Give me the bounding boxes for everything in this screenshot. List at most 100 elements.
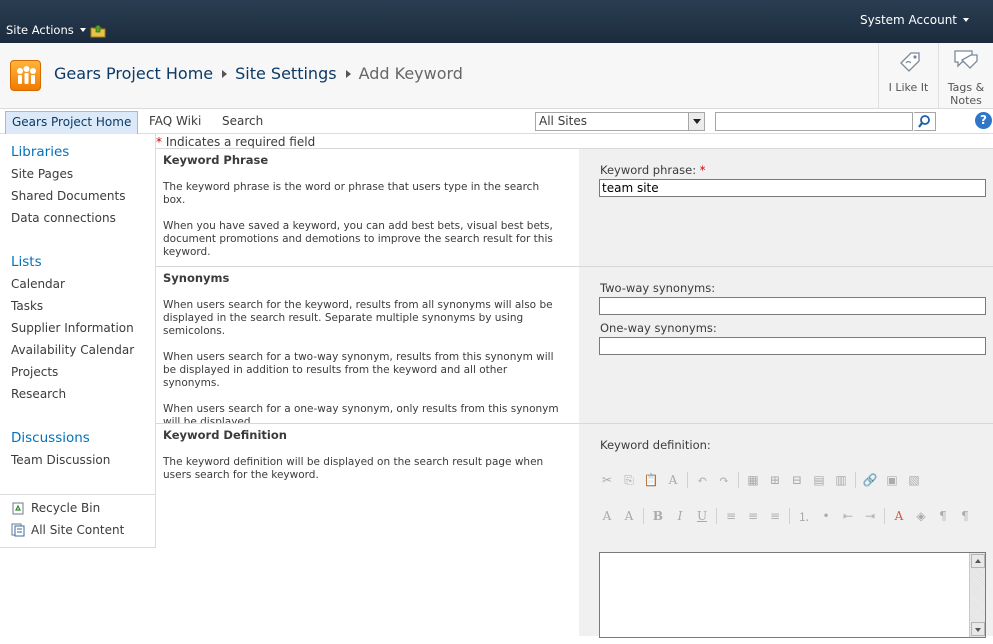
italic-icon[interactable]: I — [672, 508, 688, 524]
scrollbar[interactable] — [969, 553, 985, 637]
merge-cells-icon[interactable]: ▤ — [811, 472, 827, 488]
section-text: When users search for the keyword, resul… — [163, 299, 553, 337]
background-color-icon[interactable]: ◈ — [913, 508, 929, 524]
nav-item-data-connections[interactable]: Data connections — [11, 211, 116, 225]
redo-icon[interactable]: ↷ — [716, 472, 732, 488]
insert-image-icon[interactable]: ▣ — [884, 472, 900, 488]
section-title: Synonyms — [163, 271, 230, 285]
insert-column-icon[interactable]: ⊟ — [789, 472, 805, 488]
align-left-icon[interactable]: ≡ — [723, 508, 739, 524]
section-text: When you have saved a keyword, you can a… — [163, 220, 553, 258]
align-right-icon[interactable]: ≡ — [767, 508, 783, 524]
tags-notes-icon — [954, 50, 978, 69]
numbered-list-icon[interactable]: ⒈ — [796, 508, 812, 524]
required-note-text: Indicates a required field — [165, 135, 316, 149]
nav-item-supplier-information[interactable]: Supplier Information — [11, 321, 134, 335]
site-logo[interactable] — [10, 60, 41, 91]
increase-indent-icon[interactable]: ⇥ — [862, 508, 878, 524]
help-icon[interactable]: ? — [975, 112, 992, 129]
nav-item-research[interactable]: Research — [11, 387, 66, 401]
font-size-icon[interactable]: A — [621, 508, 637, 524]
decrease-indent-icon[interactable]: ⇤ — [840, 508, 856, 524]
tags-notes-label-2: Notes — [950, 94, 982, 107]
search-scope-select[interactable]: All Sites — [535, 112, 705, 131]
nav-item-projects[interactable]: Projects — [11, 365, 58, 379]
nav-item-shared-documents[interactable]: Shared Documents — [11, 189, 125, 203]
recycle-bin-link[interactable]: Recycle Bin — [11, 501, 100, 515]
spellcheck-icon[interactable]: A — [665, 472, 681, 488]
text-color-icon[interactable]: A — [891, 508, 907, 524]
breadcrumb-site-settings-link[interactable]: Site Settings — [235, 64, 336, 83]
scroll-up-icon[interactable] — [971, 554, 985, 568]
account-menu[interactable]: System Account — [860, 13, 969, 27]
section-text: When users search for a two-way synonym,… — [163, 351, 554, 389]
align-center-icon[interactable]: ≡ — [745, 508, 761, 524]
section-description: Synonyms When users search for the keywo… — [156, 267, 579, 428]
tab-gears-project-home[interactable]: Gears Project Home — [5, 111, 139, 134]
nav-heading-discussions[interactable]: Discussions — [11, 430, 90, 446]
search-input[interactable] — [715, 112, 913, 131]
nav-item-tasks[interactable]: Tasks — [11, 299, 43, 313]
font-icon[interactable]: A — [599, 508, 615, 524]
i-like-it-label: I Like It — [888, 81, 929, 94]
split-cells-icon[interactable]: ▥ — [833, 472, 849, 488]
ribbon-bar: Site Actions System Account — [0, 0, 993, 43]
html-source-icon[interactable]: ▧ — [906, 472, 922, 488]
keyword-phrase-label-text: Keyword phrase: — [600, 163, 697, 177]
nav-heading-libraries[interactable]: Libraries — [11, 144, 69, 160]
rtl-icon[interactable]: ¶ — [957, 508, 973, 524]
two-way-synonyms-input[interactable] — [599, 297, 986, 315]
toolbar-separator — [643, 508, 644, 524]
top-navigation: Gears Project Home FAQ Wiki Search All S… — [0, 109, 993, 134]
keyword-definition-input[interactable] — [599, 552, 986, 638]
ltr-icon[interactable]: ¶ — [935, 508, 951, 524]
nav-item-calendar[interactable]: Calendar — [11, 277, 65, 291]
bold-icon[interactable]: B — [650, 508, 666, 524]
i-like-it-button[interactable]: I Like It — [878, 43, 938, 108]
all-site-content-link[interactable]: All Site Content — [11, 523, 124, 537]
site-actions-menu[interactable]: Site Actions — [6, 23, 86, 37]
section-title: Keyword Phrase — [163, 153, 269, 167]
navigate-up-icon[interactable] — [90, 24, 106, 38]
insert-row-icon[interactable]: ⊞ — [767, 472, 783, 488]
cut-icon[interactable]: ✂ — [599, 472, 615, 488]
tags-notes-label-1: Tags & — [947, 81, 985, 94]
tags-notes-button[interactable]: Tags & Notes — [938, 43, 993, 108]
section-text: The keyword definition will be displayed… — [163, 456, 544, 481]
keyword-phrase-label: Keyword phrase: * — [600, 163, 705, 177]
section-description: Keyword Phrase The keyword phrase is the… — [156, 149, 579, 266]
nav-item-site-pages[interactable]: Site Pages — [11, 167, 73, 181]
account-label: System Account — [859, 13, 957, 27]
insert-table-icon[interactable]: ▦ — [745, 472, 761, 488]
keyword-definition-label: Keyword definition: — [600, 438, 711, 452]
nav-item-team-discussion[interactable]: Team Discussion — [11, 453, 110, 467]
one-way-synonyms-input[interactable] — [599, 337, 986, 355]
toolbar-separator — [855, 472, 856, 488]
undo-icon[interactable]: ↶ — [694, 472, 710, 488]
keyword-phrase-input[interactable]: team site — [599, 179, 986, 197]
underline-icon[interactable]: U — [694, 508, 710, 524]
nav-item-availability-calendar[interactable]: Availability Calendar — [11, 343, 134, 357]
section-description: Keyword Definition The keyword definitio… — [156, 424, 579, 636]
insert-link-icon[interactable]: 🔗 — [862, 472, 878, 488]
bulleted-list-icon[interactable]: • — [818, 508, 834, 524]
nav-heading-lists[interactable]: Lists — [11, 254, 42, 270]
keyword-definition-section: Keyword Definition The keyword definitio… — [156, 423, 993, 638]
dropdown-arrow-icon[interactable] — [688, 113, 704, 130]
breadcrumb-separator-icon — [345, 69, 351, 78]
copy-icon[interactable]: ⎘ — [621, 472, 637, 488]
required-star: * — [699, 163, 706, 177]
tab-faq-wiki[interactable]: FAQ Wiki — [143, 111, 207, 134]
toolbar-separator — [716, 508, 717, 524]
tab-search[interactable]: Search — [216, 111, 269, 134]
search-button[interactable] — [914, 112, 936, 131]
search-scope-value: All Sites — [539, 114, 587, 128]
scroll-down-icon[interactable] — [971, 622, 985, 636]
paste-icon[interactable]: 📋 — [643, 472, 659, 488]
toolbar-separator — [884, 508, 885, 524]
breadcrumb: Gears Project Home Site Settings Add Key… — [54, 64, 463, 83]
title-area: Gears Project Home Site Settings Add Key… — [0, 43, 993, 109]
breadcrumb-home-link[interactable]: Gears Project Home — [54, 64, 213, 83]
keyword-phrase-section: Keyword Phrase The keyword phrase is the… — [156, 148, 993, 266]
section-text: The keyword phrase is the word or phrase… — [163, 181, 540, 206]
